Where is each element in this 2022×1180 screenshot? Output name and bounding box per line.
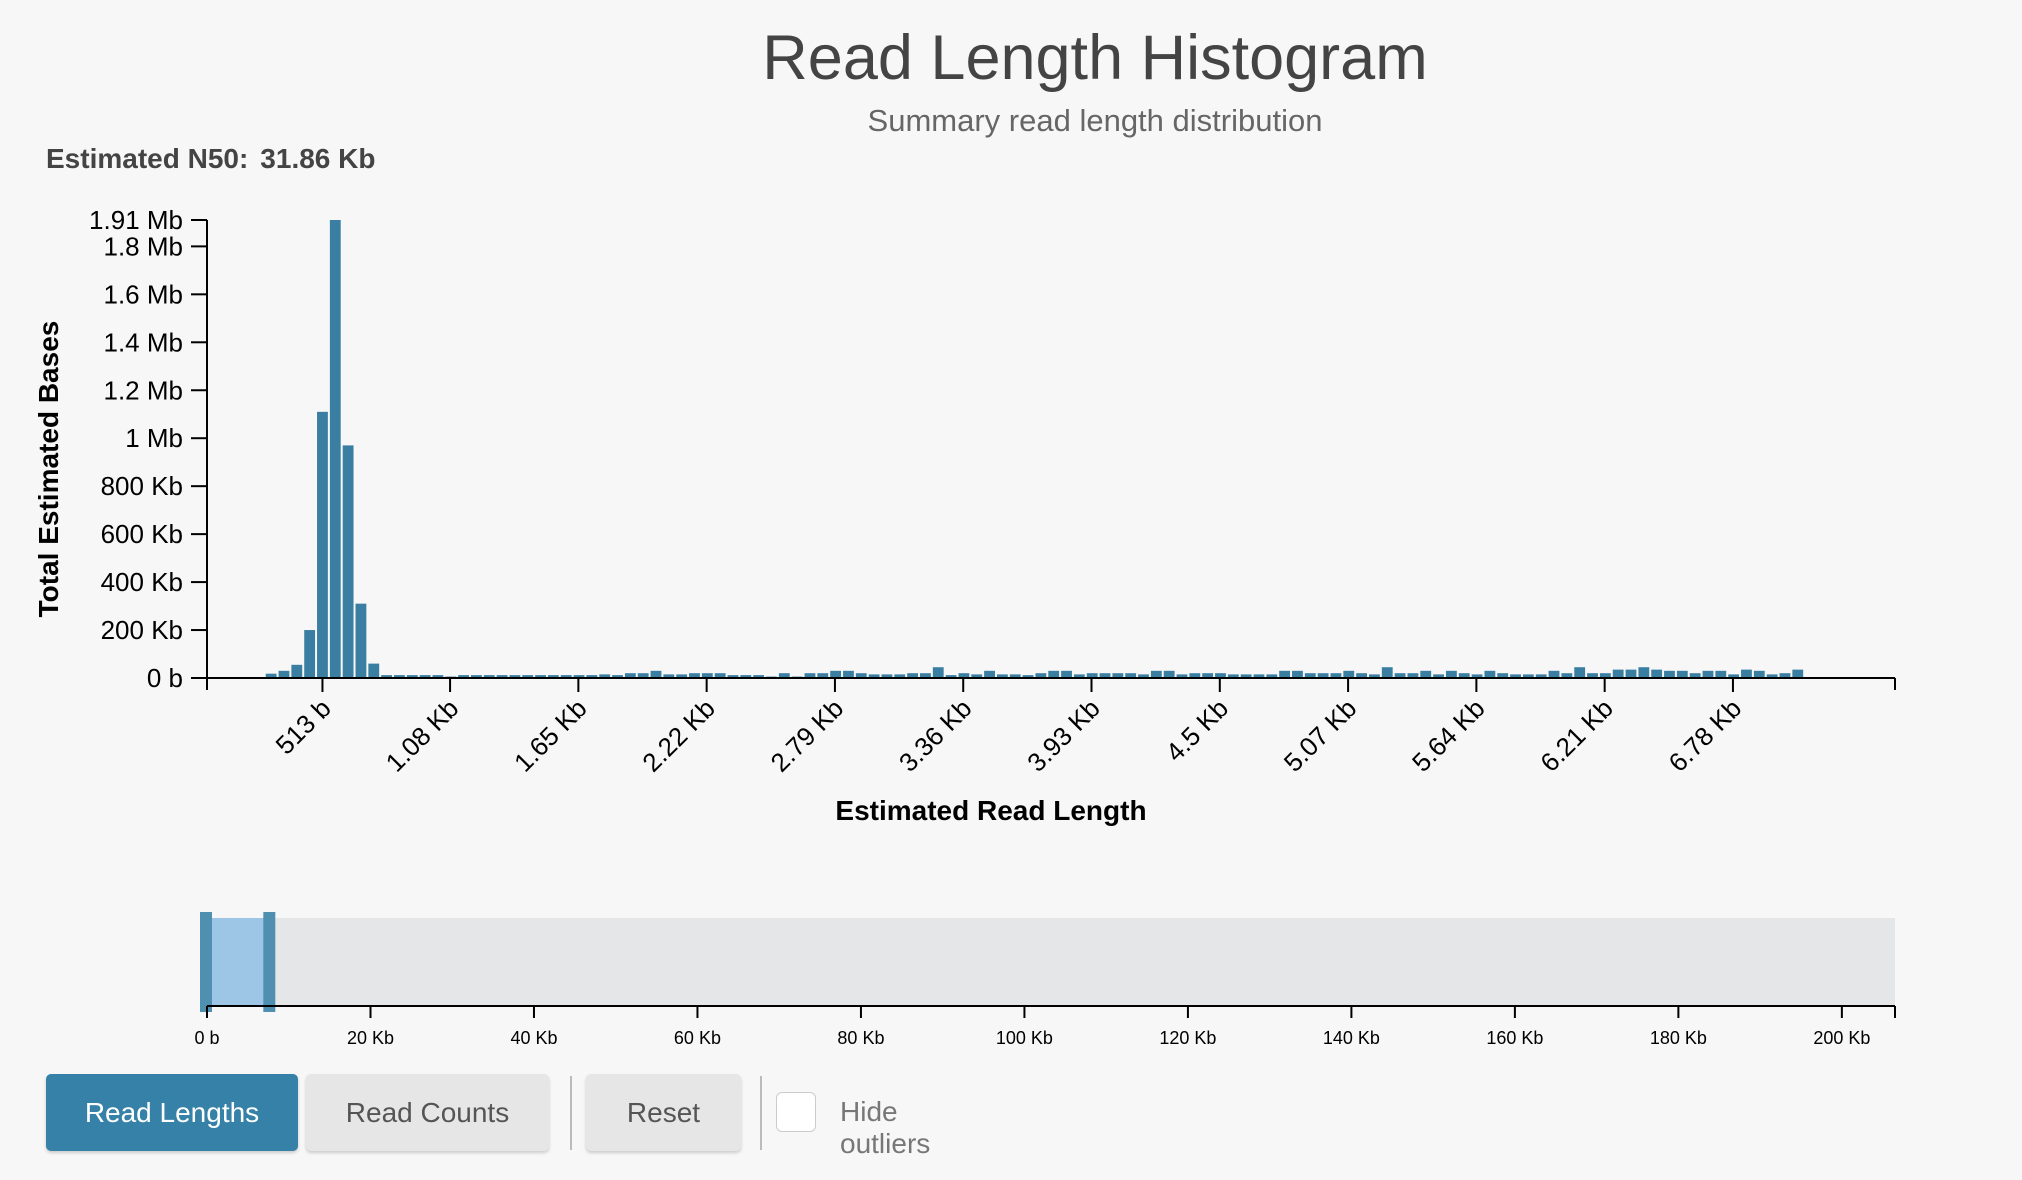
range-tick-label: 100 Kb — [996, 1028, 1053, 1048]
histogram-bar — [830, 670, 842, 678]
x-tick-label: 1.65 Kb — [508, 693, 593, 778]
range-tick-label: 0 b — [194, 1028, 219, 1048]
read-lengths-button[interactable]: Read Lengths — [46, 1074, 298, 1151]
histogram-bar — [291, 664, 303, 678]
histogram-bar — [1612, 669, 1624, 678]
histogram-bar — [1420, 670, 1432, 678]
x-tick-label: 4.5 Kb — [1160, 693, 1234, 767]
histogram-bar — [984, 670, 995, 678]
read-counts-button[interactable]: Read Counts — [306, 1074, 549, 1151]
button-separator — [570, 1076, 572, 1150]
y-tick-label: 1.4 Mb — [104, 327, 184, 357]
histogram-bar — [1753, 670, 1765, 678]
y-tick-label: 1 Mb — [125, 423, 183, 453]
histogram-bar — [329, 220, 341, 678]
x-tick-label: 3.36 Kb — [893, 693, 978, 778]
range-tick-label: 60 Kb — [674, 1028, 721, 1048]
histogram-bar — [1548, 670, 1560, 678]
histogram-bar — [1445, 670, 1457, 678]
x-tick-label: 2.79 Kb — [765, 693, 850, 778]
y-tick-label: 600 Kb — [101, 519, 183, 549]
histogram-bar — [1163, 670, 1175, 678]
x-tick-label: 2.22 Kb — [636, 693, 721, 778]
histogram-bar — [1574, 667, 1586, 678]
histogram-bar — [1343, 670, 1355, 678]
histogram-bar — [1676, 670, 1688, 678]
range-tick-label: 80 Kb — [837, 1028, 884, 1048]
range-selector-track — [207, 918, 1895, 1006]
x-tick-label: 513 b — [269, 693, 336, 760]
histogram-bar — [368, 663, 380, 678]
histogram-bar — [1702, 670, 1714, 678]
histogram-bar — [1061, 670, 1072, 678]
histogram-bar — [1651, 669, 1663, 678]
histogram-bar — [1792, 669, 1804, 678]
histogram-bar — [1292, 670, 1303, 678]
x-tick-label: 1.08 Kb — [380, 693, 465, 778]
histogram-bar — [1715, 670, 1727, 678]
histogram-bar — [1279, 670, 1291, 678]
y-axis-title: Total Estimated Bases — [33, 321, 64, 618]
range-tick-label: 160 Kb — [1486, 1028, 1543, 1048]
y-tick-label: 1.6 Mb — [104, 279, 184, 309]
range-handle-left[interactable] — [200, 912, 212, 1012]
range-tick-label: 140 Kb — [1323, 1028, 1380, 1048]
range-selection[interactable] — [207, 918, 269, 1006]
histogram-bar — [1664, 670, 1675, 678]
histogram-bar — [1638, 667, 1650, 678]
range-tick-label: 20 Kb — [347, 1028, 394, 1048]
button-separator — [760, 1076, 762, 1150]
range-tick-label: 200 Kb — [1813, 1028, 1870, 1048]
x-tick-label: 5.64 Kb — [1406, 693, 1491, 778]
hide-outliers-checkbox[interactable] — [776, 1092, 816, 1132]
x-tick-label: 5.07 Kb — [1278, 693, 1363, 778]
histogram-bar — [1741, 669, 1752, 678]
range-selector[interactable]: 0 b 20 Kb 40 Kb 60 Kb 80 Kb 100 Kb 120 Kb 140 K… — [194, 912, 1896, 1048]
histogram-bar — [355, 603, 367, 678]
histogram-chart: 0 b 200 Kb 400 Kb 600 Kb 800 Kb 1 Mb 1.2 Mb 1.4… — [33, 205, 1896, 1048]
range-tick-label: 40 Kb — [510, 1028, 557, 1048]
y-tick-label: 400 Kb — [101, 567, 183, 597]
histogram-bar — [1150, 670, 1162, 678]
histogram-bar — [278, 670, 290, 678]
histogram-bar — [650, 670, 662, 678]
histogram-bar — [342, 445, 354, 678]
histogram-bar — [1048, 670, 1060, 678]
histogram-bar — [317, 411, 328, 678]
hide-outliers-label[interactable]: Hide outliers — [840, 1096, 930, 1160]
histogram-bar — [932, 667, 944, 678]
x-tick-label: 6.21 Kb — [1534, 693, 1619, 778]
reset-button[interactable]: Reset — [586, 1074, 741, 1151]
range-tick-label: 180 Kb — [1650, 1028, 1707, 1048]
y-tick-label: 1.2 Mb — [104, 375, 184, 405]
y-tick-label: 200 Kb — [101, 615, 183, 645]
y-tick-label: 800 Kb — [101, 471, 183, 501]
histogram-bar — [1381, 667, 1393, 678]
histogram-bar — [843, 670, 854, 678]
x-axis-title: Estimated Read Length — [835, 795, 1146, 826]
y-tick-label: 0 b — [147, 663, 183, 693]
histogram-bar — [1484, 670, 1496, 678]
histogram-bar — [1625, 669, 1637, 678]
y-tick-label: 1.91 Mb — [89, 205, 183, 235]
x-tick-label: 3.93 Kb — [1021, 693, 1106, 778]
y-tick-label: 1.8 Mb — [104, 231, 184, 261]
range-handle-right[interactable] — [263, 912, 276, 1012]
histogram-bar — [304, 630, 316, 678]
x-tick-label: 6.78 Kb — [1663, 693, 1748, 778]
range-tick-label: 120 Kb — [1159, 1028, 1216, 1048]
